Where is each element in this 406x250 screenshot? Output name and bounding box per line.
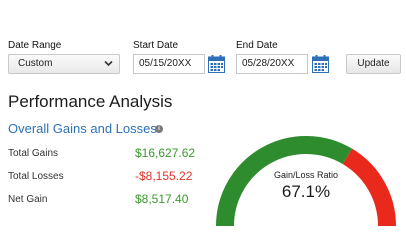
start-date-input[interactable]: 05/15/20XX	[133, 54, 205, 74]
calendar-icon[interactable]	[208, 55, 225, 73]
total-gains-label: Total Gains	[8, 148, 59, 159]
date-range-label: Date Range	[8, 40, 62, 51]
total-gains-value: $16,627.62	[135, 146, 196, 160]
end-date-label: End Date	[236, 40, 278, 51]
page-title: Performance Analysis	[8, 92, 173, 111]
chevron-down-icon	[104, 60, 113, 67]
update-button[interactable]: Update	[346, 54, 401, 74]
info-icon[interactable]: i	[155, 125, 163, 133]
net-gain-value: $8,517.40	[135, 192, 189, 206]
gauge-label: Gain/Loss Ratio	[273, 170, 339, 180]
gauge-value: 67.1%	[281, 182, 331, 201]
section-title[interactable]: Overall Gains and Losses	[8, 121, 157, 136]
calendar-icon[interactable]	[312, 55, 329, 73]
total-losses-value: -$8,155.22	[135, 169, 193, 183]
date-range-value: Custom	[18, 58, 53, 69]
end-date-input[interactable]: 05/28/20XX	[236, 54, 308, 74]
date-range-select[interactable]: Custom	[8, 54, 120, 74]
net-gain-label: Net Gain	[8, 194, 48, 205]
start-date-label: Start Date	[133, 40, 179, 51]
total-losses-label: Total Losses	[8, 171, 64, 182]
